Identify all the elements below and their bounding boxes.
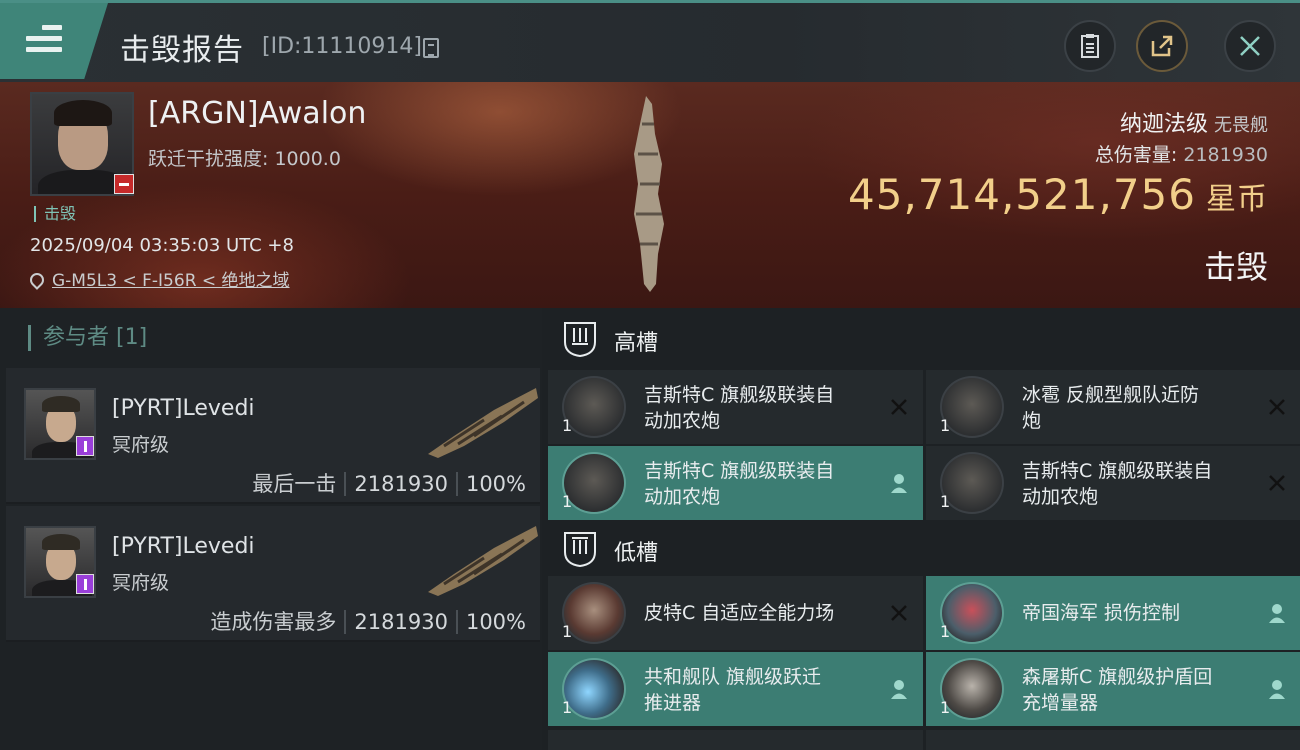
top-bar: 击毁报告 [ID:11110914] [0, 0, 1300, 82]
result-label: 击毁 [1203, 248, 1268, 286]
module-item[interactable]: 1 共和舰队 旗舰级跃迁 推进器 [548, 652, 923, 726]
participants-header: 参与者 [1] [28, 325, 147, 351]
hamburger-icon [26, 25, 62, 58]
destroyed-x-icon [1269, 399, 1285, 415]
victim-name[interactable]: [ARGN]Awalon [148, 96, 366, 131]
corp-badge-icon [76, 574, 94, 594]
victim-ship-image [634, 96, 664, 292]
attacker-ship: 冥府级 [112, 572, 170, 594]
destroyed-x-icon [891, 605, 907, 621]
dropped-person-icon [891, 474, 907, 493]
module-item[interactable]: 1 皮特C 自适应全能力场 [548, 576, 923, 650]
close-icon [1240, 36, 1260, 56]
module-item[interactable]: 1 帝国海军 损伤控制 [926, 576, 1300, 650]
copy-icon[interactable] [423, 38, 439, 58]
low-slot-icon [564, 532, 596, 568]
corp-badge-icon [76, 436, 94, 456]
attacker-ship-image [428, 526, 538, 596]
attacker-ship: 冥府级 [112, 434, 170, 456]
dropped-person-icon [1269, 604, 1285, 623]
victim-banner: [ARGN]Awalon 跃迁干扰强度: 1000.0 击毁 2025/09/0… [0, 82, 1300, 308]
kill-location[interactable]: G-M5L3 < F-I56R < 绝地之域 [27, 266, 290, 291]
status-badge: 击毁 [34, 206, 76, 222]
module-item[interactable]: 1 森屠斯C 旗舰级护盾回 充增量器 [926, 652, 1300, 726]
kill-datetime: 2025/09/04 03:35:03 UTC +8 [30, 235, 294, 256]
attacker-stats: 最后一击 2181930 100% [252, 472, 526, 496]
attacker-name[interactable]: [PYRT]Levedi [112, 534, 255, 559]
menu-button[interactable] [0, 3, 108, 79]
page-title: 击毁报告 [120, 33, 244, 68]
attacker-row[interactable]: [PYRT]Levedi 冥府级 造成伤害最多 2181930 100% [6, 506, 540, 642]
destroyed-x-icon [1269, 475, 1285, 491]
module-item[interactable]: 1 吉斯特C 旗舰级联装自 动加农炮 [926, 446, 1300, 520]
fitting-panel: 高槽 1 吉斯特C 旗舰级联装自 动加农炮 1 冰雹 反舰型舰队近防炮 1 吉斯特… [542, 308, 1300, 750]
dropped-person-icon [1269, 680, 1285, 699]
attacker-ship-image [428, 388, 538, 458]
module-item[interactable]: 1 吉斯特C 旗舰级联装自 动加农炮 [548, 446, 923, 520]
module-item[interactable]: 1 冰雹 反舰型舰队近防炮 [926, 370, 1300, 444]
share-icon [1151, 35, 1173, 57]
report-id: [ID:11110914] [262, 34, 422, 59]
low-slots-header: 低槽 [548, 518, 1300, 580]
destroyed-x-icon [891, 399, 907, 415]
victim-stat: 跃迁干扰强度: 1000.0 [148, 148, 341, 170]
participants-panel: 参与者 [1] [PYRT]Levedi 冥府级 最后一击 2181930 100%… [0, 308, 542, 750]
dropped-person-icon [891, 680, 907, 699]
victim-ship-class: 纳迦法级 无畏舰 [1119, 112, 1268, 137]
module-item[interactable]: 1 吉斯特C 旗舰级联装自 动加农炮 [548, 370, 923, 444]
location-pin-icon [27, 270, 47, 290]
standing-minus-icon [114, 174, 134, 194]
total-damage: 总伤害量: 2181930 [1094, 144, 1268, 166]
attacker-name[interactable]: [PYRT]Levedi [112, 396, 255, 421]
isk-value: 45,714,521,756 星币 [848, 170, 1268, 219]
module-item-partial[interactable] [926, 730, 1300, 750]
share-button[interactable] [1136, 20, 1188, 72]
attacker-stats: 造成伤害最多 2181930 100% [210, 610, 526, 634]
high-slot-icon [564, 322, 596, 358]
high-slots-header: 高槽 [548, 308, 1300, 370]
location-link[interactable]: G-M5L3 < F-I56R < 绝地之域 [52, 271, 290, 291]
clipboard-button[interactable] [1064, 20, 1116, 72]
attacker-row[interactable]: [PYRT]Levedi 冥府级 最后一击 2181930 100% [6, 368, 540, 504]
close-button[interactable] [1224, 20, 1276, 72]
module-item-partial[interactable] [548, 730, 923, 750]
clipboard-icon [1081, 34, 1099, 58]
